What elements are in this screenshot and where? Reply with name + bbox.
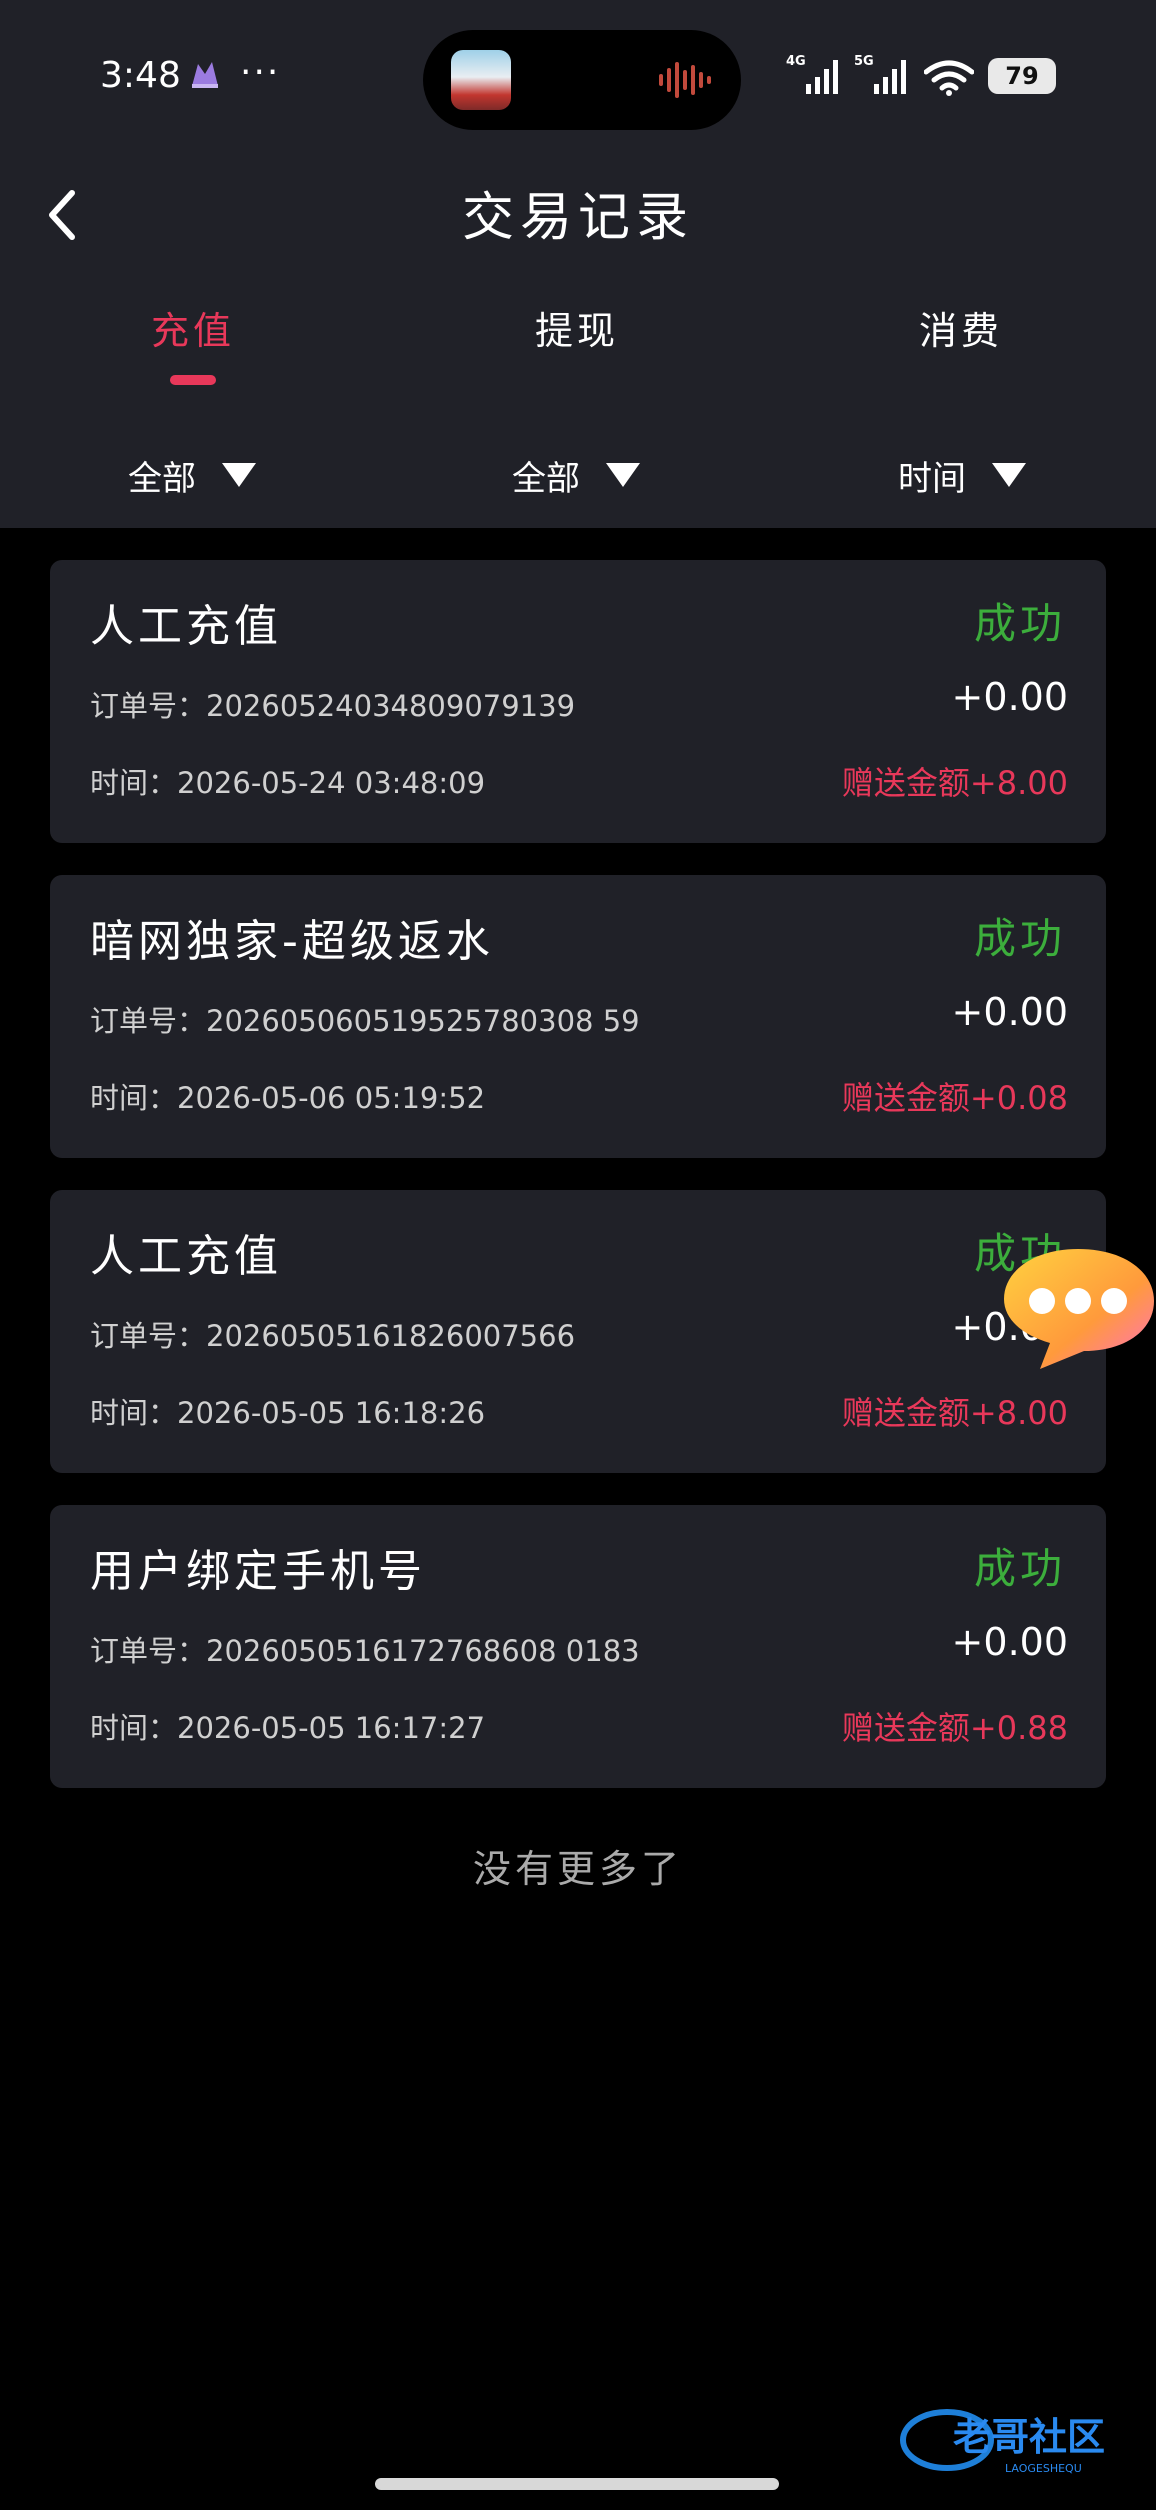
record-order-number: 订单号：20260505161826007566 (90, 1319, 576, 1353)
tab-withdraw[interactable]: 提现 (477, 300, 677, 355)
record-card[interactable]: 暗网独家-超级返水 成功 订单号：202605060519525780308 5… (50, 875, 1106, 1158)
no-more-label: 没有更多了 (472, 1847, 683, 1891)
network-label-2: 5G (854, 54, 874, 69)
active-tab-indicator (170, 375, 216, 385)
triangle-down-icon (992, 463, 1026, 487)
record-status: 成功 (973, 914, 1066, 963)
record-amount: +0.00 (951, 990, 1068, 1034)
filter-status-dropdown[interactable]: 全部 (512, 445, 640, 505)
record-title: 人工充值 (90, 1231, 282, 1282)
record-title: 用户绑定手机号 (90, 1546, 426, 1597)
filter-status-label: 全部 (512, 458, 580, 499)
record-card[interactable]: 人工充值 成功 订单号：20260524034809079139 +0.00 时… (50, 560, 1106, 843)
audio-wave-icon (659, 62, 711, 98)
record-bonus: 赠送金额+8.00 (841, 764, 1068, 802)
signal-icon (874, 60, 906, 94)
record-time: 时间：2026-05-06 05:19:52 (90, 1081, 486, 1115)
triangle-down-icon (222, 463, 256, 487)
record-title: 暗网独家-超级返水 (90, 916, 494, 967)
filter-time-dropdown[interactable]: 时间 (898, 445, 1026, 505)
record-time: 时间：2026-05-05 16:17:27 (90, 1711, 486, 1745)
record-bonus: 赠送金额+0.08 (841, 1079, 1068, 1117)
network-label-1: 4G (786, 54, 806, 69)
filter-time-label: 时间 (898, 458, 966, 499)
island-app-thumbnail (451, 50, 511, 110)
record-order-number: 订单号：2026050516172768608 0183 (90, 1634, 640, 1668)
record-card[interactable]: 用户绑定手机号 成功 订单号：2026050516172768608 0183 … (50, 1505, 1106, 1788)
record-card[interactable]: 人工充值 成功 订单号：20260505161826007566 +0.00 时… (50, 1190, 1106, 1473)
header: 交易记录 充值 提现 消费 全部 全部 时间 (0, 145, 1156, 528)
watermark-logo: 老哥社区 LAOGESHEQU (900, 2409, 1105, 2475)
home-indicator[interactable] (375, 2478, 779, 2490)
record-order-number: 订单号：202605060519525780308 59 (90, 1004, 640, 1038)
filter-bar: 全部 全部 时间 (0, 445, 1156, 505)
chat-bubble-icon[interactable] (1000, 1243, 1156, 1373)
status-bar: 3:48 ··· 4G 5G 79 (0, 0, 1156, 145)
svg-text:老哥社区: 老哥社区 (953, 2415, 1105, 2459)
more-icon: ··· (240, 52, 281, 93)
tab-consume[interactable]: 消费 (861, 300, 1061, 355)
record-time: 时间：2026-05-05 16:18:26 (90, 1396, 486, 1430)
dynamic-island (423, 30, 741, 130)
svg-text:LAOGESHEQU: LAOGESHEQU (1005, 2462, 1082, 2475)
tab-recharge[interactable]: 充值 (93, 300, 293, 355)
record-status: 成功 (973, 1544, 1066, 1593)
record-status: 成功 (973, 599, 1066, 648)
battery-indicator: 79 (988, 58, 1056, 94)
record-amount: +0.00 (951, 1620, 1068, 1664)
record-bonus: 赠送金额+0.88 (841, 1709, 1068, 1747)
wifi-icon (924, 60, 974, 96)
record-time: 时间：2026-05-24 03:48:09 (90, 766, 486, 800)
record-bonus: 赠送金额+8.00 (841, 1394, 1068, 1432)
filter-type-dropdown[interactable]: 全部 (128, 445, 256, 505)
page-title: 交易记录 (461, 188, 694, 248)
record-order-number: 订单号：20260524034809079139 (90, 689, 576, 723)
filter-type-label: 全部 (128, 458, 196, 499)
status-time: 3:48 (100, 55, 181, 96)
signal-icon (806, 60, 838, 94)
record-amount: +0.00 (951, 675, 1068, 719)
app-notification-icon (192, 62, 218, 88)
triangle-down-icon (606, 463, 640, 487)
record-title: 人工充值 (90, 601, 282, 652)
